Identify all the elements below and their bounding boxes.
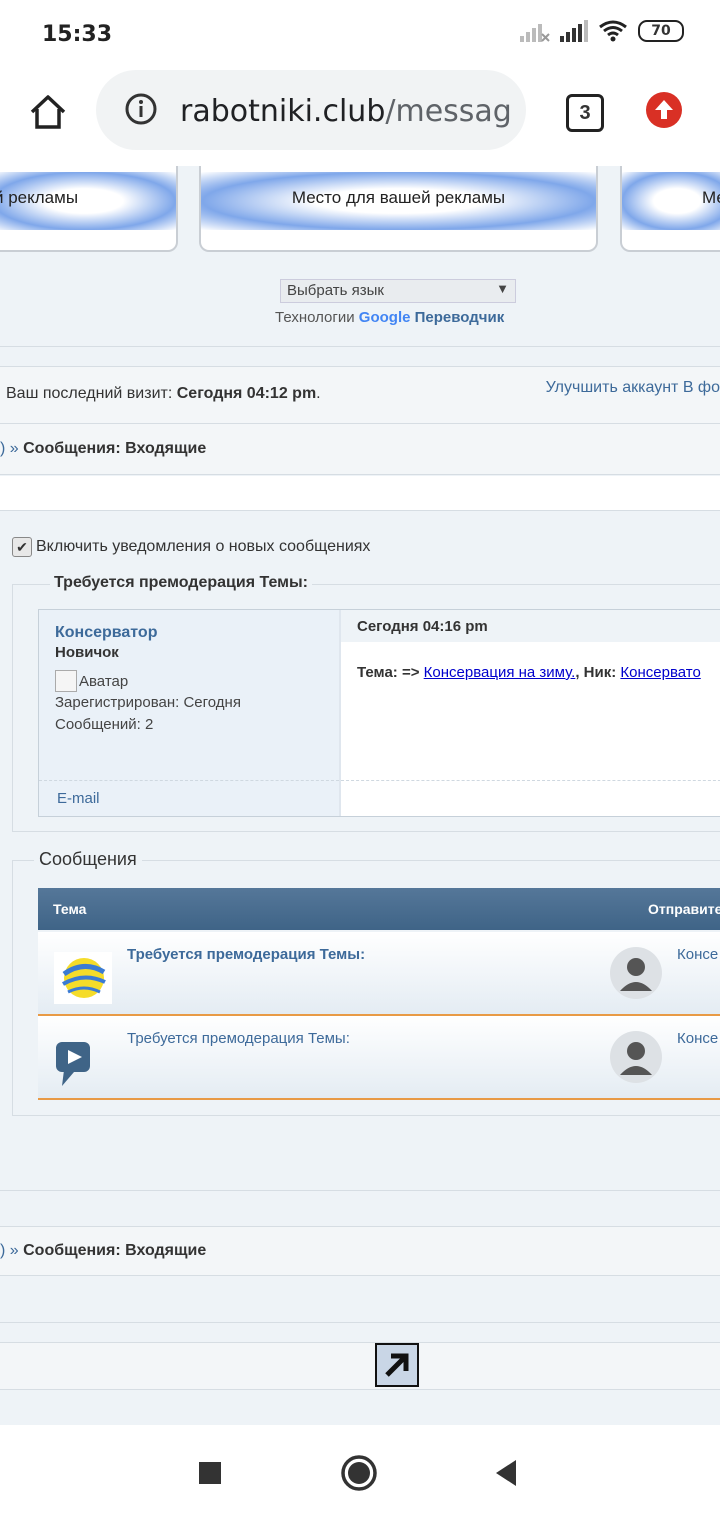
status-time: 15:33 — [42, 22, 113, 47]
message-column: Сегодня 04:16 pm Тема: => Консервация на… — [341, 610, 720, 816]
ad-banner-left[interactable]: й рекламы — [0, 166, 178, 252]
recents-icon[interactable] — [198, 1461, 222, 1485]
broken-image-icon — [55, 670, 77, 692]
ad-label: Ме — [702, 188, 720, 207]
address-bar[interactable]: rabotniki.club/messages — [96, 70, 526, 150]
signal-off-icon — [520, 24, 550, 42]
divider — [0, 1322, 720, 1323]
header-links: Улучшить аккаунт В фо — [546, 379, 720, 397]
user-silhouette-icon — [620, 1042, 652, 1075]
breadcrumb-sep[interactable]: ) » — [0, 1242, 19, 1259]
notify-option: ✔ Включить уведомления о новых сообщения… — [12, 537, 370, 557]
breadcrumb-sep[interactable]: ) » — [0, 440, 19, 457]
messages-table-header: Тема Отправите — [38, 888, 720, 930]
arrow-up-right-icon — [385, 1353, 409, 1377]
status-bar: 15:33 70 — [0, 0, 720, 70]
messages-legend: Сообщения — [34, 849, 142, 870]
update-button[interactable] — [646, 92, 682, 128]
last-visit-value: Сегодня 04:12 pm — [176, 385, 317, 402]
battery-icon: 70 — [638, 20, 684, 42]
sender-avatar — [610, 1031, 662, 1083]
breadcrumb-current: Сообщения: Входящие — [23, 1242, 207, 1259]
message-date: Сегодня 04:16 pm — [357, 618, 488, 635]
table-row[interactable]: Требуется премодерация Темы: Консе — [38, 932, 720, 1016]
last-visit-label: Ваш последний визит: — [6, 385, 173, 402]
divider — [341, 780, 720, 781]
sender-avatar — [610, 947, 662, 999]
column-header-subject[interactable]: Тема — [53, 901, 86, 917]
email-link[interactable]: E-mail — [57, 790, 100, 807]
author-registered: Зарегистрирован: Сегодня — [55, 694, 241, 711]
author-name[interactable]: Консерватор — [55, 624, 157, 642]
message-sender[interactable]: Консе — [677, 946, 718, 963]
ad-banner-right[interactable]: Ме — [620, 166, 720, 252]
back-icon[interactable] — [494, 1459, 518, 1487]
divider — [39, 780, 339, 781]
info-icon[interactable] — [124, 92, 158, 126]
author-column: Консерватор Новичок Аватар Зарегистриров… — [39, 610, 341, 816]
signal-icon — [560, 20, 588, 42]
arrow-up-icon — [655, 100, 673, 119]
browser-toolbar: rabotniki.club/messages 3 — [0, 70, 720, 166]
forum-logo-icon — [54, 952, 112, 1004]
last-visit-dot: . — [316, 385, 321, 402]
message-body: Тема: => Консервация на зиму., Ник: Конс… — [357, 664, 701, 681]
divider — [0, 1190, 720, 1191]
notify-checkbox[interactable]: ✔ — [12, 537, 32, 557]
author-rank: Новичок — [55, 644, 119, 661]
last-visit: Ваш последний визит: Сегодня 04:12 pm. — [6, 385, 321, 403]
author-avatar: Аватар — [55, 670, 128, 692]
home-icon[interactable] — [26, 90, 70, 134]
forum-link[interactable]: В фо — [683, 379, 720, 396]
breadcrumb: ) » Сообщения: Входящие — [0, 440, 206, 458]
nick-label: , Ник: — [575, 664, 617, 681]
home-nav-icon[interactable] — [340, 1454, 378, 1492]
column-header-sender[interactable]: Отправите — [648, 901, 720, 917]
url-host: rabotniki.club — [180, 94, 386, 129]
chevron-down-icon: ▼ — [496, 281, 509, 296]
message-sender[interactable]: Консе — [677, 1030, 718, 1047]
table-row[interactable]: Требуется премодерация Темы: Консе — [38, 1016, 720, 1100]
upgrade-account-link[interactable]: Улучшить аккаунт — [546, 379, 679, 396]
status-icons: 70 — [520, 20, 684, 42]
topic-link[interactable]: Консервация на зиму. — [424, 664, 576, 681]
post-card: Консерватор Новичок Аватар Зарегистриров… — [38, 609, 720, 817]
google-logo-text: Google — [358, 309, 411, 326]
android-nav-bar — [0, 1425, 720, 1520]
wifi-icon — [599, 20, 627, 42]
nick-link[interactable]: Консервато — [620, 664, 700, 681]
ad-label: Место для вашей рекламы — [291, 188, 506, 207]
footer-band — [0, 1342, 720, 1390]
divider — [0, 346, 720, 347]
google-translate-credit: Технологии Google Переводчик — [275, 309, 504, 326]
breadcrumb-bottom: ) » Сообщения: Входящие — [0, 1242, 206, 1260]
language-select-label: Выбрать язык — [287, 282, 384, 299]
author-post-count: Сообщений: 2 — [55, 716, 154, 733]
message-subject[interactable]: Требуется премодерация Темы: — [127, 1030, 350, 1047]
ad-banner-center[interactable]: Место для вашей рекламы — [199, 166, 598, 252]
topic-label: Тема: => — [357, 664, 420, 681]
speech-bubble-icon — [56, 1042, 90, 1086]
breadcrumb-current: Сообщения: Входящие — [23, 440, 207, 457]
ad-label: й рекламы — [0, 188, 79, 207]
translate-suffix[interactable]: Переводчик — [415, 309, 505, 326]
user-silhouette-icon — [620, 958, 652, 991]
url-path: /messages — [385, 94, 510, 129]
google-logo[interactable]: Google — [359, 309, 411, 326]
url-text[interactable]: rabotniki.club/messages — [180, 94, 510, 129]
avatar-alt: Аватар — [79, 672, 129, 690]
message-subject[interactable]: Требуется премодерация Темы: — [127, 946, 365, 963]
scroll-to-top-button[interactable] — [375, 1343, 419, 1387]
notify-label[interactable]: Включить уведомления о новых сообщениях — [36, 538, 370, 556]
language-select[interactable]: Выбрать язык ▼ — [280, 279, 516, 303]
translate-prefix: Технологии — [275, 309, 355, 326]
spacer-band — [0, 476, 720, 511]
tab-switcher-button[interactable]: 3 — [566, 94, 604, 132]
premod-legend: Требуется премодерация Темы: — [50, 574, 312, 592]
